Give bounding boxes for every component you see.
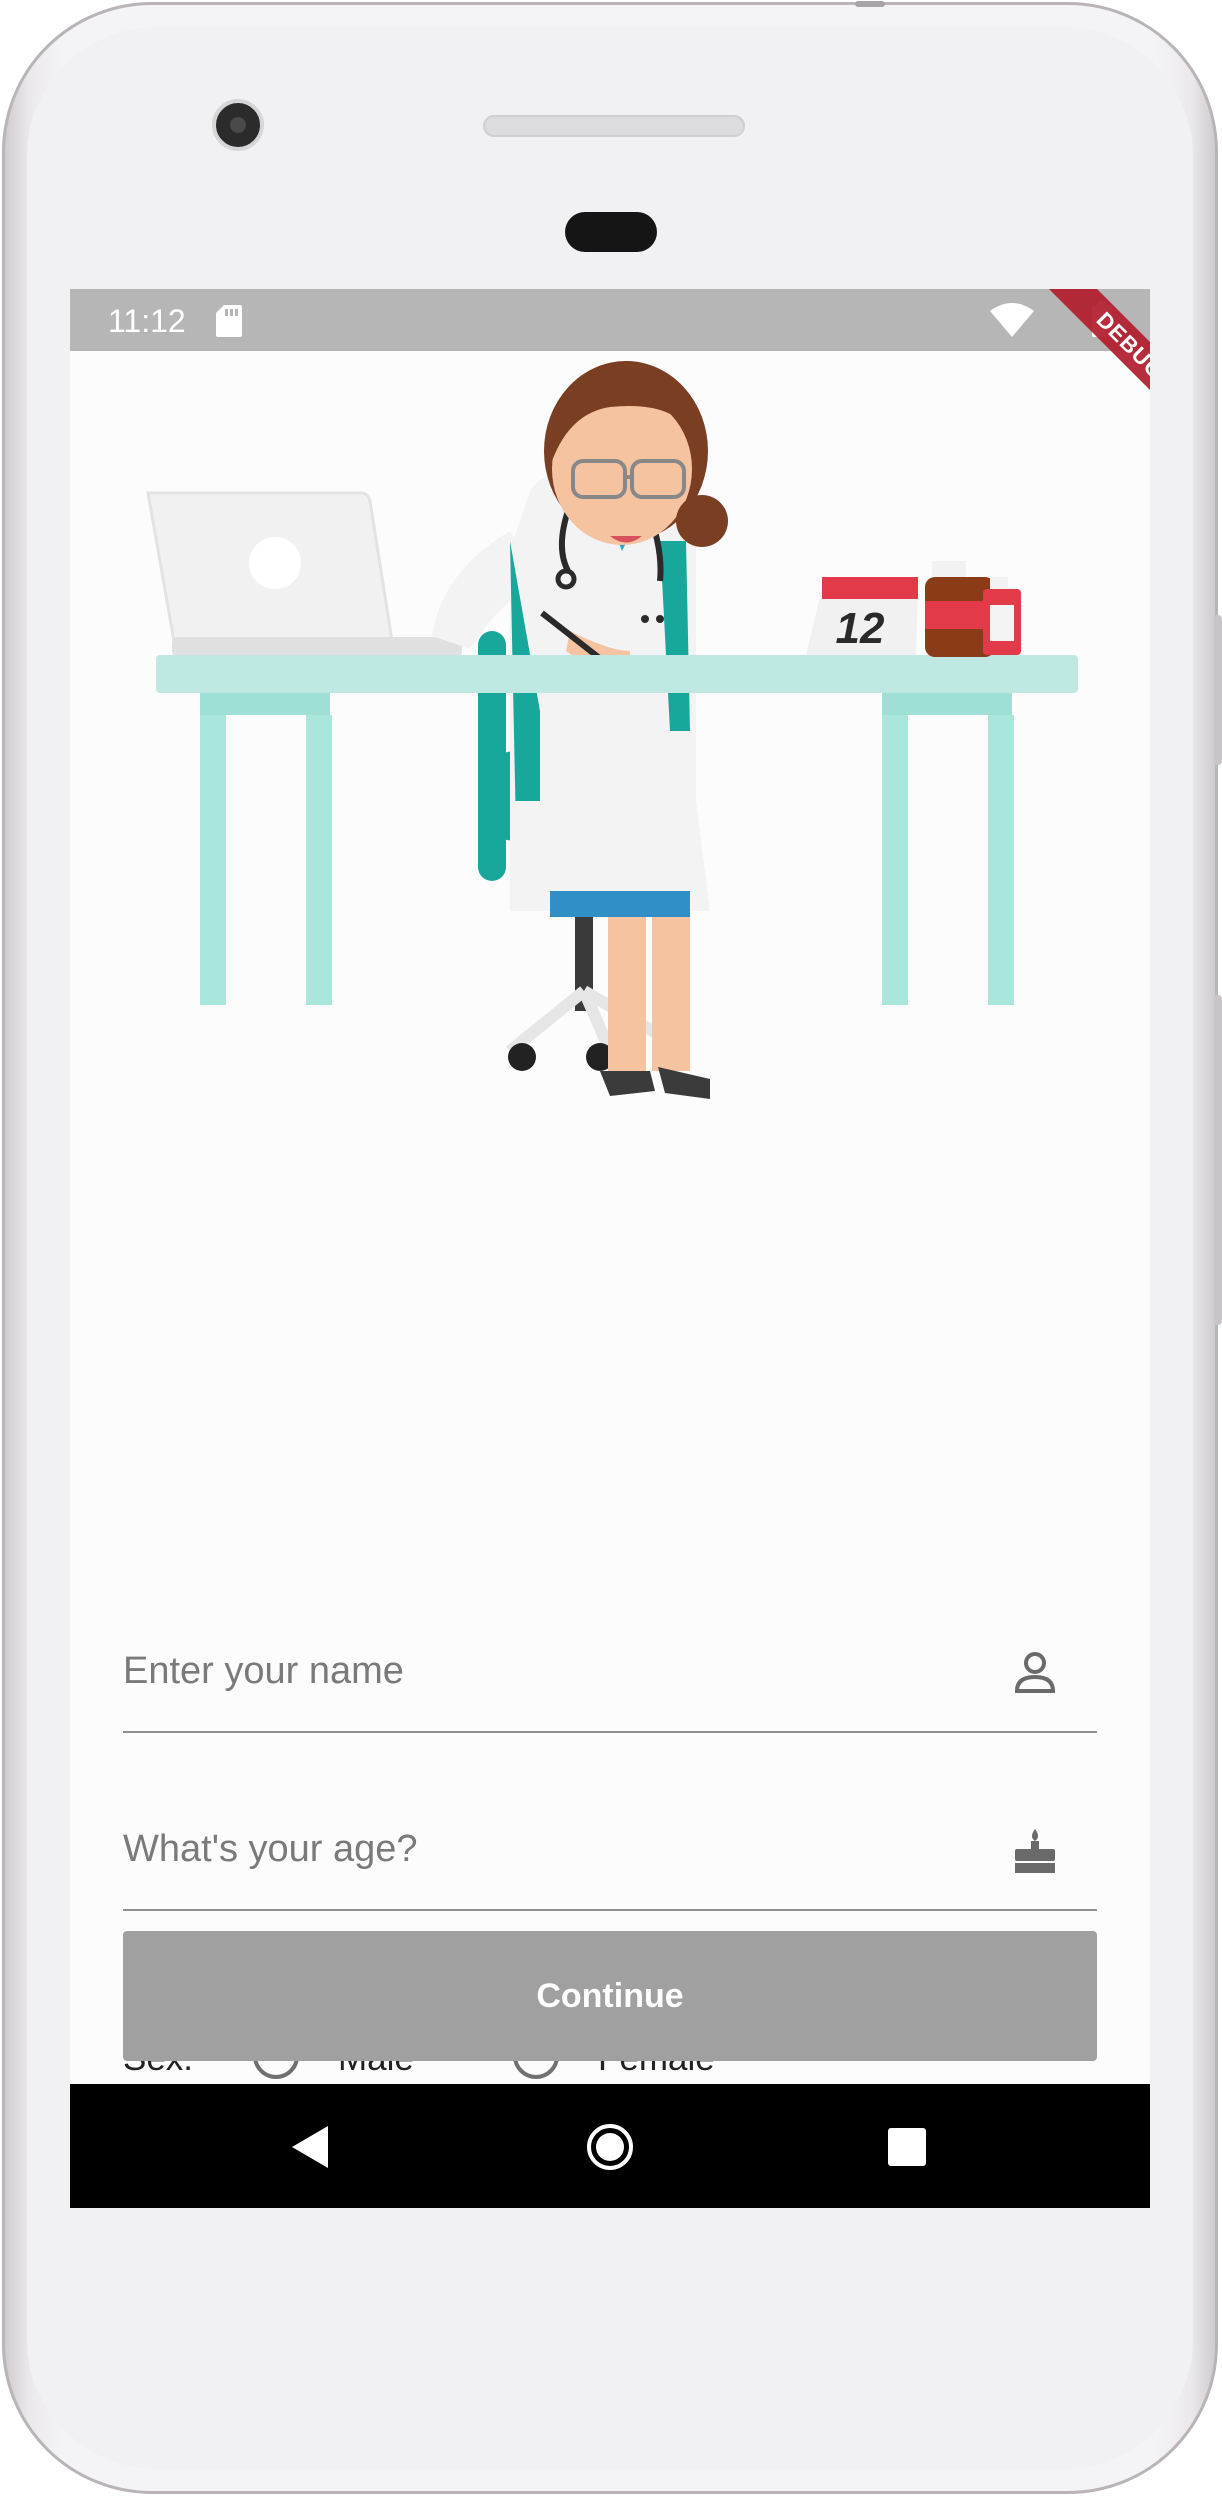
name-field[interactable] <box>123 1611 1097 1733</box>
phone-frame: 11:12 DEBUG 12 Enter your name What's yo… <box>2 1 1222 2494</box>
doctor-head-illustration <box>544 361 728 547</box>
volume-button <box>1214 615 1222 765</box>
medicine-bottles-illustration <box>925 561 1021 657</box>
continue-button[interactable]: Continue <box>123 1931 1097 2061</box>
earpiece-speaker <box>483 115 745 137</box>
sd-card-icon <box>216 305 242 337</box>
home-icon[interactable] <box>587 2124 633 2170</box>
recents-icon[interactable] <box>888 2128 926 2166</box>
power-button <box>1214 995 1222 1325</box>
age-field[interactable] <box>123 1789 1097 1911</box>
proximity-sensor <box>565 212 657 252</box>
phone-top-edge <box>855 1 885 7</box>
wifi-icon <box>990 303 1034 337</box>
age-input[interactable] <box>123 1819 983 1879</box>
status-bar: 11:12 DEBUG <box>70 289 1150 443</box>
name-input[interactable] <box>123 1641 983 1701</box>
navigation-bar <box>70 2084 1150 2208</box>
doctor-legs-illustration <box>600 911 710 1099</box>
front-camera <box>212 99 264 151</box>
laptop-illustration <box>146 491 462 657</box>
cake-icon <box>1015 1829 1055 1873</box>
status-time: 11:12 <box>108 303 186 339</box>
calendar-day: 12 <box>836 604 885 653</box>
doctor-illustration: 12 <box>146 361 1078 1099</box>
person-icon <box>1014 1652 1056 1693</box>
back-icon[interactable] <box>290 2124 330 2170</box>
app-screen: 11:12 DEBUG 12 Enter your name What's yo… <box>70 289 1150 2208</box>
calendar-illustration: 12 <box>806 577 918 655</box>
